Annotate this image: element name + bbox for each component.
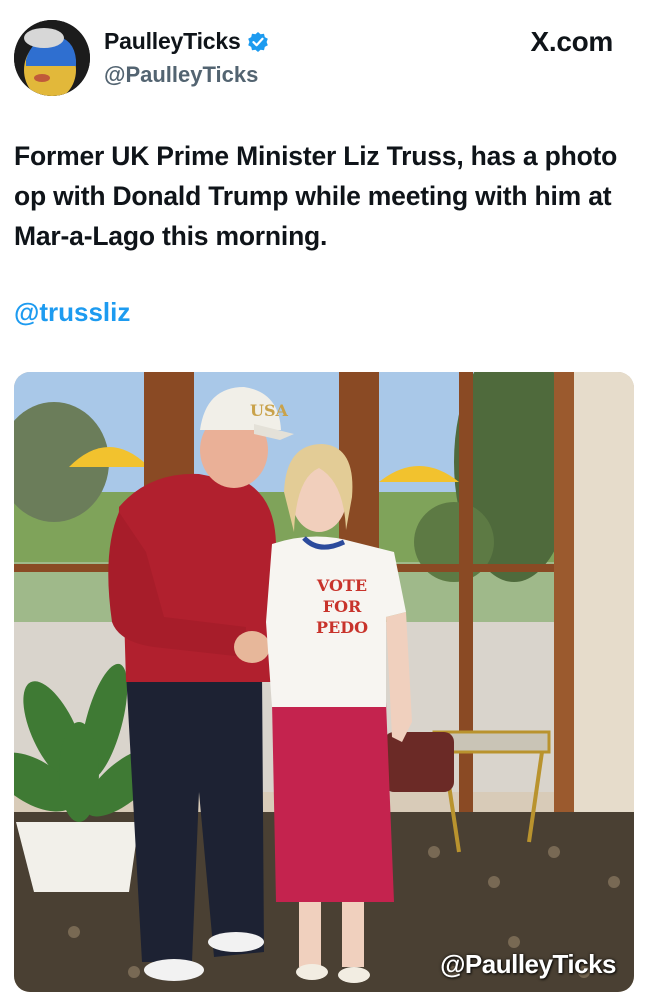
author-avatar[interactable] [14, 20, 90, 96]
photo-watermark: @PaulleyTicks [440, 949, 616, 979]
photo-illustration: USA [14, 372, 634, 992]
shirt-line-2: FOR [322, 597, 362, 616]
verified-badge-icon [247, 31, 269, 53]
author-handle[interactable]: @PaulleyTicks [104, 62, 258, 88]
avatar-icon [14, 20, 90, 96]
author-name-row[interactable]: PaulleyTicks [104, 28, 269, 55]
tweet-header: PaulleyTicks @PaulleyTicks X.com [14, 18, 635, 98]
mention-link[interactable]: @trussliz [14, 297, 130, 328]
tweet-text: Former UK Prime Minister Liz Truss, has … [14, 141, 618, 251]
shirt-text: VOTE FOR PEDO [287, 575, 397, 638]
shirt-line-3: PEDO [315, 618, 369, 637]
tweet-photo[interactable]: USA VOTE FOR PEDO @PaulleyTicks [14, 372, 634, 992]
site-label: X.com [530, 26, 613, 57]
author-display-name[interactable]: PaulleyTicks [104, 28, 241, 55]
cap-text: USA [250, 401, 289, 420]
shirt-line-1: VOTE [316, 576, 368, 595]
